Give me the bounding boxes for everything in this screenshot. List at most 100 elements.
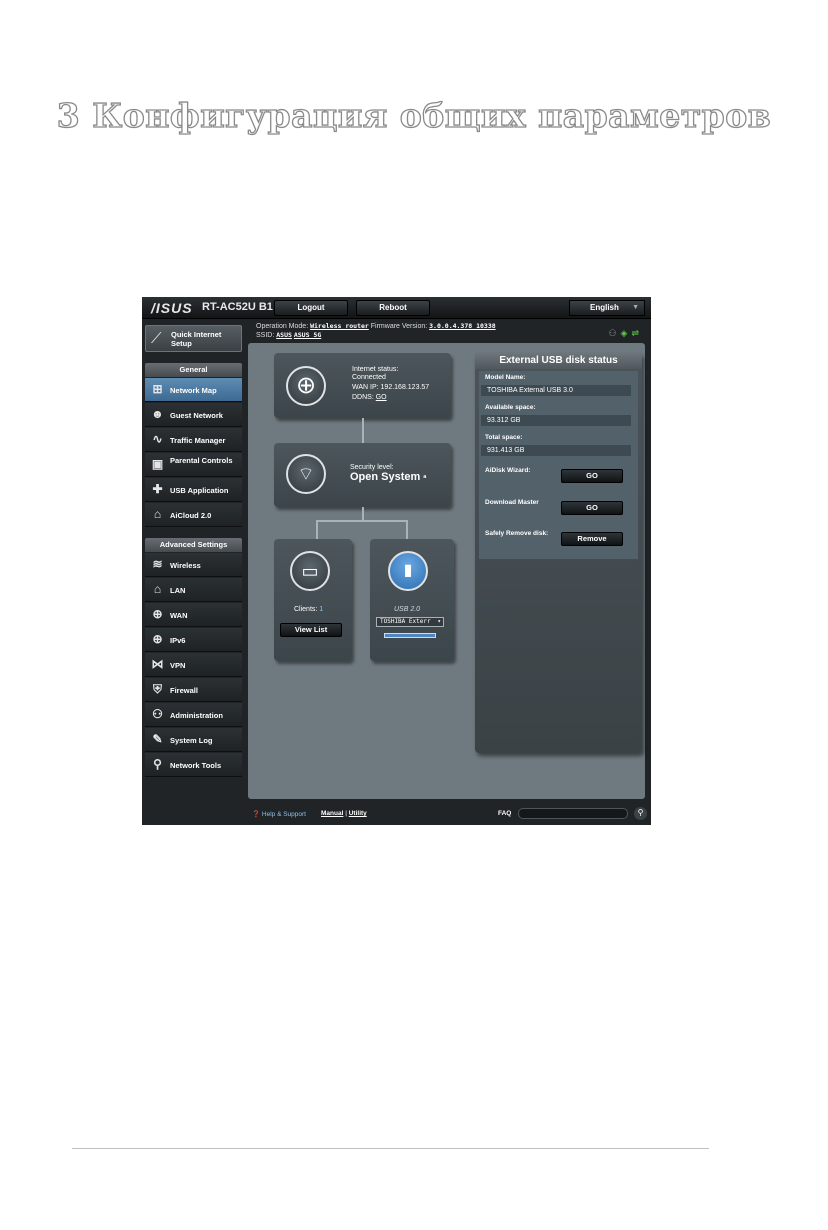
firmware-label: Firmware Version: xyxy=(370,323,428,330)
sidebar-item-label: VPN xyxy=(170,661,186,670)
sidebar-item-network-map[interactable]: ⊞ Network Map xyxy=(145,378,242,402)
user-status-icon[interactable]: ⚇ xyxy=(608,328,620,338)
sidebar-item-parental-controls[interactable]: ▣ Parental Controls xyxy=(145,453,242,477)
help-support: ❓ Help & Support xyxy=(252,810,306,818)
router-security-card[interactable]: ⌔ Security level: Open System ᵃ xyxy=(274,443,451,507)
page-footer-rule xyxy=(72,1148,709,1149)
monitor-icon: ▭ xyxy=(290,551,330,591)
router-icon: ⌔ xyxy=(286,454,326,494)
safely-remove-button[interactable]: Remove xyxy=(561,532,623,546)
traffic-manager-icon: ∿ xyxy=(152,432,163,446)
download-master-go-button[interactable]: GO xyxy=(561,501,623,515)
usb-device-card[interactable]: ▮ USB 2.0 TOSHIBA Exterr ▾ xyxy=(370,539,454,661)
total-space-label: Total space: xyxy=(485,434,523,441)
router-status-icon[interactable]: ◈ xyxy=(621,328,632,338)
ssid-link-2[interactable]: ASUS_5G xyxy=(294,331,321,339)
sidebar-item-lan[interactable]: ⌂ LAN xyxy=(145,578,242,602)
usb-status-icon[interactable]: ⇌ xyxy=(631,328,643,338)
sidebar-item-system-log[interactable]: ✎ System Log xyxy=(145,728,242,752)
op-mode-link[interactable]: Wireless router xyxy=(310,322,369,330)
vpn-icon: ⋈ xyxy=(151,657,164,671)
sidebar-item-administration[interactable]: ⚇ Administration xyxy=(145,703,242,727)
sidebar-item-label: Parental Controls xyxy=(170,456,233,465)
sidebar-item-network-tools[interactable]: ⚲ Network Tools xyxy=(145,753,242,777)
shield-icon: ⛨ xyxy=(152,682,162,696)
connector-line xyxy=(362,418,364,443)
page-heading: 3 Конфигурация общих параметров xyxy=(56,95,772,135)
ddns-label: DDNS: xyxy=(352,394,374,401)
usb-drive-icon: ▮ xyxy=(388,551,428,591)
ddns-go-link[interactable]: GO xyxy=(376,394,387,401)
sidebar-item-label: Traffic Manager xyxy=(170,436,226,445)
usb-panel-body: Model Name: TOSHIBA External USB 3.0 Ava… xyxy=(479,371,638,559)
usb-panel-title: External USB disk status xyxy=(475,353,642,369)
connector-line xyxy=(316,520,318,539)
sidebar-item-label: LAN xyxy=(170,586,186,595)
footer-links: Manual | Utility xyxy=(321,810,367,817)
total-space-value: 931.413 GB xyxy=(481,445,631,456)
cloud-home-icon: ⌂ xyxy=(153,507,162,521)
model-name-label: Model Name: xyxy=(485,374,526,381)
manual-link[interactable]: Manual xyxy=(321,810,343,817)
clients-card[interactable]: ▭ Clients: 1 View List xyxy=(274,539,352,661)
usb-device-select[interactable]: TOSHIBA Exterr ▾ xyxy=(376,617,444,627)
reboot-button[interactable]: Reboot xyxy=(356,300,430,316)
sidebar-item-ipv6[interactable]: ⊕ IPv6 xyxy=(145,628,242,652)
help-support-label: Help & Support xyxy=(261,811,306,818)
sidebar-item-traffic-manager[interactable]: ∿ Traffic Manager xyxy=(145,428,242,452)
language-select[interactable]: English ▼ xyxy=(569,300,645,316)
sidebar-item-usb-application[interactable]: ✚ USB Application xyxy=(145,478,242,502)
internet-status-card[interactable]: ⊕ Internet status: Connected WAN IP: 192… xyxy=(274,353,451,418)
quick-setup-label: Quick Internet Setup xyxy=(171,330,222,348)
sidebar-item-label: IPv6 xyxy=(170,636,186,645)
faq-label: FAQ xyxy=(498,810,512,817)
model-name-value: TOSHIBA External USB 3.0 xyxy=(481,385,631,396)
wifi-icon: ≋ xyxy=(152,557,163,571)
connector-line xyxy=(406,520,408,539)
view-list-button[interactable]: View List xyxy=(280,623,342,637)
aidisk-go-button[interactable]: GO xyxy=(561,469,623,483)
usb-usage-fill xyxy=(385,634,435,637)
sidebar-item-label: Firewall xyxy=(170,686,198,695)
sidebar-item-label: Administration xyxy=(170,711,223,720)
usb-disk-status-panel: External USB disk status Model Name: TOS… xyxy=(475,353,642,753)
aidisk-wizard-label: AiDisk Wizard: xyxy=(485,467,531,474)
router-web-ui-screenshot: /ISUS RT-AC52U B1 Logout Reboot English … xyxy=(142,297,651,825)
unlock-icon: ᵃ xyxy=(423,473,427,482)
help-icon: ❓ xyxy=(252,811,261,818)
sidebar-item-guest-network[interactable]: ☻ Guest Network xyxy=(145,403,242,427)
house-icon: ⌂ xyxy=(153,582,162,596)
firmware-link[interactable]: 3.0.0.4.378_10338 xyxy=(429,322,496,330)
log-icon: ✎ xyxy=(152,732,163,746)
sidebar-item-label: System Log xyxy=(170,736,213,745)
quick-internet-setup-button[interactable]: ⟋ Quick Internet Setup xyxy=(145,325,242,352)
network-map-icon: ⊞ xyxy=(152,382,163,396)
lock-icon: ▣ xyxy=(151,457,164,471)
wand-icon: ⟋ xyxy=(151,330,162,347)
logout-button[interactable]: Logout xyxy=(274,300,348,316)
security-level-value: Open System xyxy=(350,471,421,483)
sidebar-item-label: Wireless xyxy=(170,561,201,570)
sidebar-item-aicloud[interactable]: ⌂ AiCloud 2.0 xyxy=(145,503,242,527)
connector-line xyxy=(362,507,364,521)
search-icon[interactable]: ⚲ xyxy=(634,807,647,820)
utility-link[interactable]: Utility xyxy=(349,810,367,817)
status-icons: ⚇◈⇌ xyxy=(608,328,643,339)
available-space-label: Available space: xyxy=(485,404,536,411)
sidebar-item-wireless[interactable]: ≋ Wireless xyxy=(145,553,242,577)
connector-line xyxy=(316,520,408,522)
faq-search-input[interactable] xyxy=(518,808,628,819)
sidebar-item-vpn[interactable]: ⋈ VPN xyxy=(145,653,242,677)
safely-remove-label: Safely Remove disk: xyxy=(485,530,549,537)
sidebar-item-wan[interactable]: ⊕ WAN xyxy=(145,603,242,627)
usb-usage-bar xyxy=(384,633,436,638)
globe-icon: ⊕ xyxy=(286,366,326,406)
chevron-down-icon: ▾ xyxy=(437,618,441,625)
ssid-link-1[interactable]: ASUS xyxy=(276,331,292,339)
sidebar-item-firewall[interactable]: ⛨ Firewall xyxy=(145,678,242,702)
globe-icon: ⊕ xyxy=(152,607,163,621)
sidebar-item-label: USB Application xyxy=(170,486,229,495)
wan-ip-value: 192.168.123.57 xyxy=(380,384,430,391)
sidebar-header-general: General xyxy=(145,363,242,377)
sidebar-item-label: Guest Network xyxy=(170,411,223,420)
